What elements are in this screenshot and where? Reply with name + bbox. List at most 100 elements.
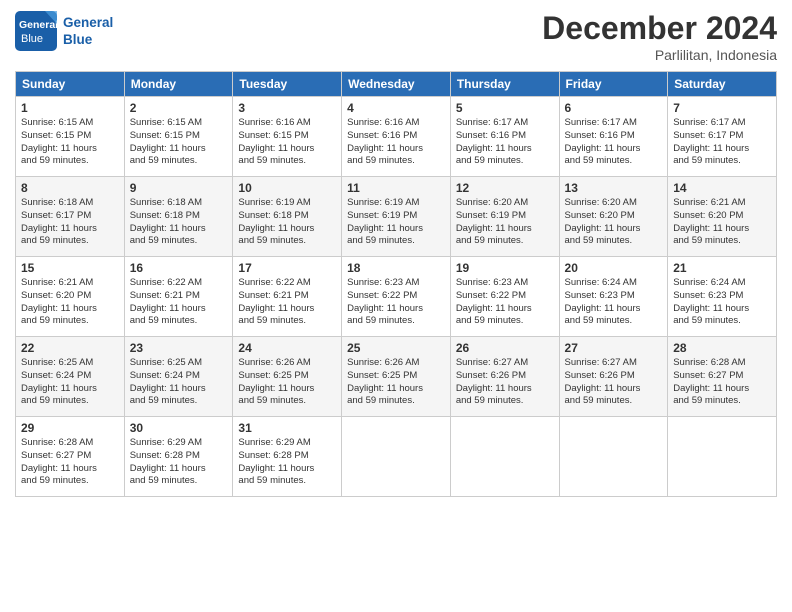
calendar-week-row: 22 Sunrise: 6:25 AMSunset: 6:24 PMDaylig…: [16, 337, 777, 417]
day-number: 13: [565, 181, 663, 195]
calendar-cell: 4 Sunrise: 6:16 AMSunset: 6:16 PMDayligh…: [342, 97, 451, 177]
calendar-cell: 1 Sunrise: 6:15 AMSunset: 6:15 PMDayligh…: [16, 97, 125, 177]
day-info: Sunrise: 6:20 AMSunset: 6:20 PMDaylight:…: [565, 197, 663, 248]
location: Parlilitan, Indonesia: [542, 47, 777, 63]
day-info: Sunrise: 6:27 AMSunset: 6:26 PMDaylight:…: [565, 357, 663, 408]
calendar-cell: [668, 417, 777, 497]
calendar-cell: [559, 417, 668, 497]
day-info: Sunrise: 6:23 AMSunset: 6:22 PMDaylight:…: [347, 277, 445, 328]
calendar-cell: 10 Sunrise: 6:19 AMSunset: 6:18 PMDaylig…: [233, 177, 342, 257]
day-info: Sunrise: 6:17 AMSunset: 6:16 PMDaylight:…: [565, 117, 663, 168]
day-number: 30: [130, 421, 228, 435]
day-info: Sunrise: 6:21 AMSunset: 6:20 PMDaylight:…: [21, 277, 119, 328]
day-number: 2: [130, 101, 228, 115]
day-info: Sunrise: 6:26 AMSunset: 6:25 PMDaylight:…: [347, 357, 445, 408]
header-thursday: Thursday: [450, 72, 559, 97]
day-info: Sunrise: 6:21 AMSunset: 6:20 PMDaylight:…: [673, 197, 771, 248]
day-info: Sunrise: 6:24 AMSunset: 6:23 PMDaylight:…: [673, 277, 771, 328]
day-number: 8: [21, 181, 119, 195]
day-info: Sunrise: 6:26 AMSunset: 6:25 PMDaylight:…: [238, 357, 336, 408]
calendar-cell: 9 Sunrise: 6:18 AMSunset: 6:18 PMDayligh…: [124, 177, 233, 257]
calendar-week-row: 29 Sunrise: 6:28 AMSunset: 6:27 PMDaylig…: [16, 417, 777, 497]
day-number: 27: [565, 341, 663, 355]
calendar-cell: 7 Sunrise: 6:17 AMSunset: 6:17 PMDayligh…: [668, 97, 777, 177]
day-number: 18: [347, 261, 445, 275]
day-number: 26: [456, 341, 554, 355]
day-number: 3: [238, 101, 336, 115]
calendar-cell: 25 Sunrise: 6:26 AMSunset: 6:25 PMDaylig…: [342, 337, 451, 417]
calendar-cell: 8 Sunrise: 6:18 AMSunset: 6:17 PMDayligh…: [16, 177, 125, 257]
day-info: Sunrise: 6:16 AMSunset: 6:16 PMDaylight:…: [347, 117, 445, 168]
calendar-week-row: 8 Sunrise: 6:18 AMSunset: 6:17 PMDayligh…: [16, 177, 777, 257]
header-sunday: Sunday: [16, 72, 125, 97]
header-monday: Monday: [124, 72, 233, 97]
calendar-cell: 18 Sunrise: 6:23 AMSunset: 6:22 PMDaylig…: [342, 257, 451, 337]
calendar-cell: 27 Sunrise: 6:27 AMSunset: 6:26 PMDaylig…: [559, 337, 668, 417]
calendar-cell: 30 Sunrise: 6:29 AMSunset: 6:28 PMDaylig…: [124, 417, 233, 497]
calendar-week-row: 15 Sunrise: 6:21 AMSunset: 6:20 PMDaylig…: [16, 257, 777, 337]
calendar-week-row: 1 Sunrise: 6:15 AMSunset: 6:15 PMDayligh…: [16, 97, 777, 177]
logo-svg: General Blue General Blue: [15, 10, 115, 52]
header-saturday: Saturday: [668, 72, 777, 97]
day-number: 1: [21, 101, 119, 115]
day-number: 19: [456, 261, 554, 275]
day-info: Sunrise: 6:20 AMSunset: 6:19 PMDaylight:…: [456, 197, 554, 248]
day-info: Sunrise: 6:28 AMSunset: 6:27 PMDaylight:…: [673, 357, 771, 408]
day-info: Sunrise: 6:18 AMSunset: 6:17 PMDaylight:…: [21, 197, 119, 248]
calendar-cell: 5 Sunrise: 6:17 AMSunset: 6:16 PMDayligh…: [450, 97, 559, 177]
svg-text:General: General: [63, 15, 113, 30]
calendar-page: General Blue General Blue December 2024 …: [0, 0, 792, 612]
day-number: 11: [347, 181, 445, 195]
day-info: Sunrise: 6:27 AMSunset: 6:26 PMDaylight:…: [456, 357, 554, 408]
day-info: Sunrise: 6:24 AMSunset: 6:23 PMDaylight:…: [565, 277, 663, 328]
day-number: 7: [673, 101, 771, 115]
calendar-cell: 24 Sunrise: 6:26 AMSunset: 6:25 PMDaylig…: [233, 337, 342, 417]
calendar-cell: 11 Sunrise: 6:19 AMSunset: 6:19 PMDaylig…: [342, 177, 451, 257]
logo: General Blue General Blue: [15, 10, 115, 52]
calendar-cell: 14 Sunrise: 6:21 AMSunset: 6:20 PMDaylig…: [668, 177, 777, 257]
day-number: 24: [238, 341, 336, 355]
day-info: Sunrise: 6:29 AMSunset: 6:28 PMDaylight:…: [238, 437, 336, 488]
svg-text:General: General: [19, 19, 58, 31]
calendar-cell: 17 Sunrise: 6:22 AMSunset: 6:21 PMDaylig…: [233, 257, 342, 337]
header-friday: Friday: [559, 72, 668, 97]
calendar-cell: 19 Sunrise: 6:23 AMSunset: 6:22 PMDaylig…: [450, 257, 559, 337]
header: General Blue General Blue December 2024 …: [15, 10, 777, 63]
calendar-cell: 26 Sunrise: 6:27 AMSunset: 6:26 PMDaylig…: [450, 337, 559, 417]
day-info: Sunrise: 6:15 AMSunset: 6:15 PMDaylight:…: [130, 117, 228, 168]
day-info: Sunrise: 6:19 AMSunset: 6:19 PMDaylight:…: [347, 197, 445, 248]
svg-text:Blue: Blue: [21, 33, 43, 45]
calendar-cell: 12 Sunrise: 6:20 AMSunset: 6:19 PMDaylig…: [450, 177, 559, 257]
day-number: 10: [238, 181, 336, 195]
day-info: Sunrise: 6:25 AMSunset: 6:24 PMDaylight:…: [130, 357, 228, 408]
day-number: 31: [238, 421, 336, 435]
day-info: Sunrise: 6:17 AMSunset: 6:16 PMDaylight:…: [456, 117, 554, 168]
calendar-cell: 6 Sunrise: 6:17 AMSunset: 6:16 PMDayligh…: [559, 97, 668, 177]
day-number: 16: [130, 261, 228, 275]
calendar-cell: 16 Sunrise: 6:22 AMSunset: 6:21 PMDaylig…: [124, 257, 233, 337]
day-number: 12: [456, 181, 554, 195]
day-number: 5: [456, 101, 554, 115]
calendar-cell: 2 Sunrise: 6:15 AMSunset: 6:15 PMDayligh…: [124, 97, 233, 177]
month-title: December 2024: [542, 10, 777, 47]
calendar-table: Sunday Monday Tuesday Wednesday Thursday…: [15, 71, 777, 497]
day-number: 28: [673, 341, 771, 355]
calendar-cell: 20 Sunrise: 6:24 AMSunset: 6:23 PMDaylig…: [559, 257, 668, 337]
title-block: December 2024 Parlilitan, Indonesia: [542, 10, 777, 63]
day-number: 23: [130, 341, 228, 355]
calendar-cell: 23 Sunrise: 6:25 AMSunset: 6:24 PMDaylig…: [124, 337, 233, 417]
day-number: 9: [130, 181, 228, 195]
calendar-cell: 13 Sunrise: 6:20 AMSunset: 6:20 PMDaylig…: [559, 177, 668, 257]
day-number: 15: [21, 261, 119, 275]
calendar-cell: 31 Sunrise: 6:29 AMSunset: 6:28 PMDaylig…: [233, 417, 342, 497]
calendar-cell: [342, 417, 451, 497]
calendar-cell: [450, 417, 559, 497]
calendar-header-row: Sunday Monday Tuesday Wednesday Thursday…: [16, 72, 777, 97]
day-info: Sunrise: 6:29 AMSunset: 6:28 PMDaylight:…: [130, 437, 228, 488]
header-wednesday: Wednesday: [342, 72, 451, 97]
day-number: 17: [238, 261, 336, 275]
day-info: Sunrise: 6:19 AMSunset: 6:18 PMDaylight:…: [238, 197, 336, 248]
day-info: Sunrise: 6:15 AMSunset: 6:15 PMDaylight:…: [21, 117, 119, 168]
day-info: Sunrise: 6:18 AMSunset: 6:18 PMDaylight:…: [130, 197, 228, 248]
header-tuesday: Tuesday: [233, 72, 342, 97]
